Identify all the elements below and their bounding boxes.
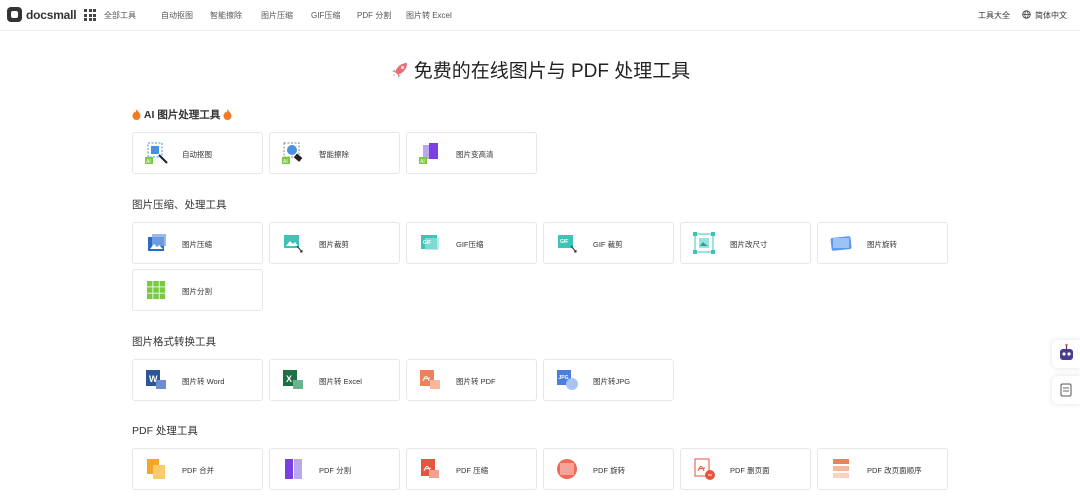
tool-card-image-crop[interactable]: 图片裁剪: [269, 222, 400, 264]
tool-label: 图片改尺寸: [730, 240, 768, 249]
flame-icon: [132, 109, 141, 120]
nav-gif-compress[interactable]: GIF压缩: [311, 10, 340, 21]
tool-label: PDF 旋转: [593, 466, 626, 475]
tool-label: 智能擦除: [319, 150, 349, 159]
nav-image-to-excel[interactable]: 图片转 Excel: [406, 10, 452, 21]
pdf-compress-icon: [421, 459, 439, 478]
image-to-word-icon: W: [146, 370, 166, 389]
image-crop-icon: [284, 235, 303, 253]
svg-text:GIF: GIF: [560, 239, 568, 245]
tool-card-gif-crop[interactable]: GIF GIF 裁剪: [543, 222, 674, 264]
robot-icon: [1060, 343, 1073, 360]
tool-label: PDF 压缩: [456, 466, 489, 475]
tool-label: 图片裁剪: [319, 240, 349, 249]
tool-card-image-rotate[interactable]: 图片旋转: [817, 222, 948, 264]
tool-card-image-split[interactable]: 图片分割: [132, 269, 263, 311]
nav-all-tools[interactable]: 全部工具: [104, 10, 136, 21]
image-to-jpg-icon: JPG: [557, 370, 578, 390]
tool-card-pdf-delete-pages[interactable]: PDF 删页面: [680, 448, 811, 490]
section-title-ai: AI 图片处理工具: [132, 107, 232, 122]
gif-crop-icon: GIF: [558, 235, 577, 253]
tool-card-image-to-word[interactable]: W 图片转 Word: [132, 359, 263, 401]
tool-label: GIF 裁剪: [593, 240, 623, 249]
tool-label: PDF 删页面: [730, 466, 770, 475]
logo[interactable]: docsmall: [7, 7, 77, 22]
ai-erase-icon: AI: [282, 142, 303, 165]
apps-grid-icon[interactable]: [84, 9, 96, 21]
pdf-split-icon: [285, 458, 302, 480]
nav-image-compress[interactable]: 图片压缩: [261, 10, 293, 21]
image-split-icon: [147, 281, 166, 300]
tool-label: 图片转 Word: [182, 377, 225, 386]
language-selector[interactable]: 简体中文: [1035, 10, 1067, 21]
tool-label: 图片转JPG: [593, 377, 631, 386]
tool-label: 图片旋转: [867, 240, 897, 249]
pdf-reorder-icon: [833, 459, 849, 478]
gif-compress-icon: GIF: [421, 235, 439, 250]
tool-label: 图片分割: [182, 287, 212, 296]
svg-text:X: X: [286, 374, 292, 384]
tool-card-pdf-merge[interactable]: PDF 合并: [132, 448, 263, 490]
tool-card-image-to-pdf[interactable]: 图片转 PDF: [406, 359, 537, 401]
image-rotate-icon: [830, 236, 852, 251]
image-compress-icon: [148, 234, 166, 251]
nav-pdf-split[interactable]: PDF 分割: [357, 10, 391, 21]
ai-enhance-icon: AI: [419, 143, 438, 165]
tool-label: PDF 改页面顺序: [867, 466, 922, 475]
tool-label: 图片压缩: [182, 240, 212, 249]
svg-text:JPG: JPG: [559, 375, 569, 381]
tool-card-image-resize[interactable]: 图片改尺寸: [680, 222, 811, 264]
tool-card-image-to-jpg[interactable]: JPG 图片转JPG: [543, 359, 674, 401]
tool-label: GIF压缩: [456, 240, 484, 249]
globe-icon[interactable]: [1022, 10, 1031, 19]
svg-text:GIF: GIF: [423, 240, 431, 246]
assistant-button[interactable]: [1052, 340, 1080, 368]
tool-label: PDF 分割: [319, 466, 352, 475]
rocket-icon: [391, 63, 407, 78]
tool-label: PDF 合并: [182, 466, 215, 475]
tool-card-smart-erase[interactable]: AI 智能擦除: [269, 132, 400, 174]
logo-text: docsmall: [26, 7, 77, 22]
tool-card-gif-compress[interactable]: GIF GIF压缩: [406, 222, 537, 264]
image-to-excel-icon: X: [283, 370, 303, 389]
flame-icon: [223, 109, 232, 120]
top-header: docsmall 全部工具 自动抠图 智能擦除 图片压缩 GIF压缩 PDF 分…: [0, 0, 1080, 31]
tool-label: 图片变高清: [456, 150, 494, 159]
tool-card-auto-cutout[interactable]: AI 自动抠图: [132, 132, 263, 174]
tools-all-link[interactable]: 工具大全: [978, 10, 1010, 21]
svg-text:AI: AI: [420, 159, 425, 165]
svg-text:AI: AI: [283, 159, 288, 165]
svg-text:AI: AI: [146, 159, 151, 165]
section-title-image-tools: 图片压缩、处理工具: [132, 199, 227, 211]
nav-smart-erase[interactable]: 智能擦除: [210, 10, 242, 21]
tool-card-pdf-rotate[interactable]: PDF 旋转: [543, 448, 674, 490]
tool-card-pdf-reorder[interactable]: PDF 改页面顺序: [817, 448, 948, 490]
tool-card-enhance[interactable]: AI 图片变高清: [406, 132, 537, 174]
ai-cutout-icon: AI: [145, 142, 168, 165]
feedback-button[interactable]: [1052, 376, 1080, 404]
image-to-pdf-icon: [420, 370, 440, 389]
pdf-delete-pages-icon: [694, 458, 715, 480]
tool-label: 自动抠图: [182, 150, 212, 159]
tool-label: 图片转 PDF: [456, 377, 496, 386]
section-title-format-conversion: 图片格式转换工具: [132, 336, 216, 348]
tool-card-image-to-excel[interactable]: X 图片转 Excel: [269, 359, 400, 401]
page-title-text: 免费的在线图片与 PDF 处理工具: [413, 61, 691, 82]
tool-card-image-compress[interactable]: 图片压缩: [132, 222, 263, 264]
page-title: 免费的在线图片与 PDF 处理工具: [0, 56, 1080, 83]
feedback-icon: [1060, 383, 1072, 397]
tool-label: 图片转 Excel: [319, 377, 362, 386]
tool-card-pdf-split[interactable]: PDF 分割: [269, 448, 400, 490]
tool-card-pdf-compress[interactable]: PDF 压缩: [406, 448, 537, 490]
logo-mark-icon: [7, 7, 22, 22]
image-resize-icon: [693, 232, 715, 254]
section-title-pdf-tools: PDF 处理工具: [132, 425, 198, 437]
nav-auto-cutout[interactable]: 自动抠图: [161, 10, 193, 21]
pdf-rotate-icon: [557, 459, 577, 479]
pdf-merge-icon: [147, 459, 165, 479]
